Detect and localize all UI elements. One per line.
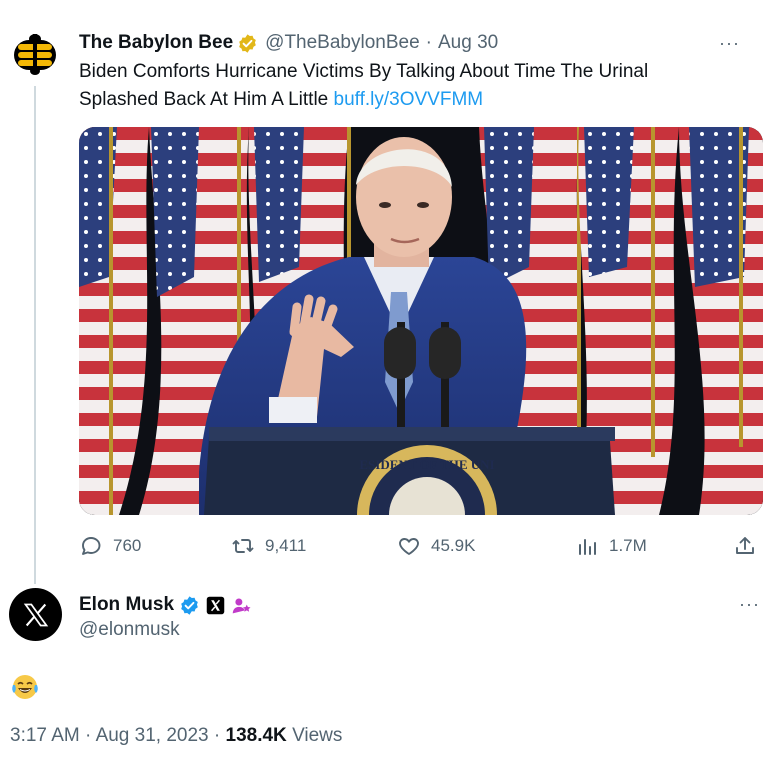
quoted-more-options-icon[interactable]: ··· [719,33,740,54]
gold-verified-badge-icon[interactable] [237,33,258,54]
tweet-timestamp-row: 3:17 AM · Aug 31, 2023 · 138.4K Views [10,725,342,747]
analytics-bars-icon [579,539,596,555]
tweet-date[interactable]: Aug 31, 2023 [96,725,209,746]
bee-logo-icon [14,34,56,75]
x-logo-icon [23,603,48,626]
reply-icon [82,537,101,555]
blue-verified-badge-icon[interactable] [179,595,200,616]
main-author-handle[interactable]: @elonmusk [79,619,180,641]
like-button[interactable]: 45.9K [397,528,475,564]
speech-photo-illustration: ESIDENT OF THE UNI [79,127,763,515]
reply-count: 760 [113,536,142,555]
views-separator: · [213,725,221,746]
person-star-emoji-icon [232,598,251,613]
repost-count: 9,411 [265,536,307,555]
tweet-media-photo[interactable]: ESIDENT OF THE UNI [79,127,763,515]
views-button[interactable]: 1.7M [575,528,647,564]
tears-of-joy-emoji-icon [12,675,38,699]
babylon-bee-avatar[interactable] [12,32,58,76]
share-button[interactable] [733,528,767,564]
reply-button[interactable]: 760 [79,528,141,564]
quoted-tweet-link[interactable]: buff.ly/3OVVFMM [334,89,484,110]
main-tweet-emoji-text: 😂 [40,672,41,673]
x-affiliate-badge-icon[interactable] [205,595,226,616]
quoted-author-name[interactable]: The Babylon Bee [79,32,233,54]
timestamp-separator: · [85,725,92,746]
main-tweet-body: 😂 [10,672,40,702]
repost-icon [232,539,254,553]
quoted-tweet-text: Biden Comforts Hurricane Victims By Talk… [79,58,729,114]
repost-button[interactable]: 9,411 [231,528,306,564]
heart-icon [399,538,419,555]
views-count: 138.4K [225,725,287,746]
quoted-tweet-action-bar: 760 9,411 45.9K 1.7M [79,528,763,564]
main-tweet-name-row: Elon Musk [79,592,252,618]
views-label: Views [292,725,343,746]
quoted-tweet-header: The Babylon Bee @TheBabylonBee · Aug 30 … [79,30,756,56]
like-count: 45.9K [431,536,476,555]
quoted-tweet-date[interactable]: Aug 30 [438,32,498,54]
share-icon [736,537,754,554]
main-author-name[interactable]: Elon Musk [79,594,174,616]
elon-musk-avatar[interactable] [9,588,62,641]
podium-seal-text: ESIDENT OF THE UNI [359,457,494,472]
tweet-time[interactable]: 3:17 AM [10,725,80,746]
main-more-options-icon[interactable]: ··· [739,594,760,615]
view-count: 1.7M [609,536,647,555]
header-separator: · [425,32,432,53]
thread-connector-line [34,86,36,584]
quoted-author-handle[interactable]: @TheBabylonBee [265,32,420,54]
